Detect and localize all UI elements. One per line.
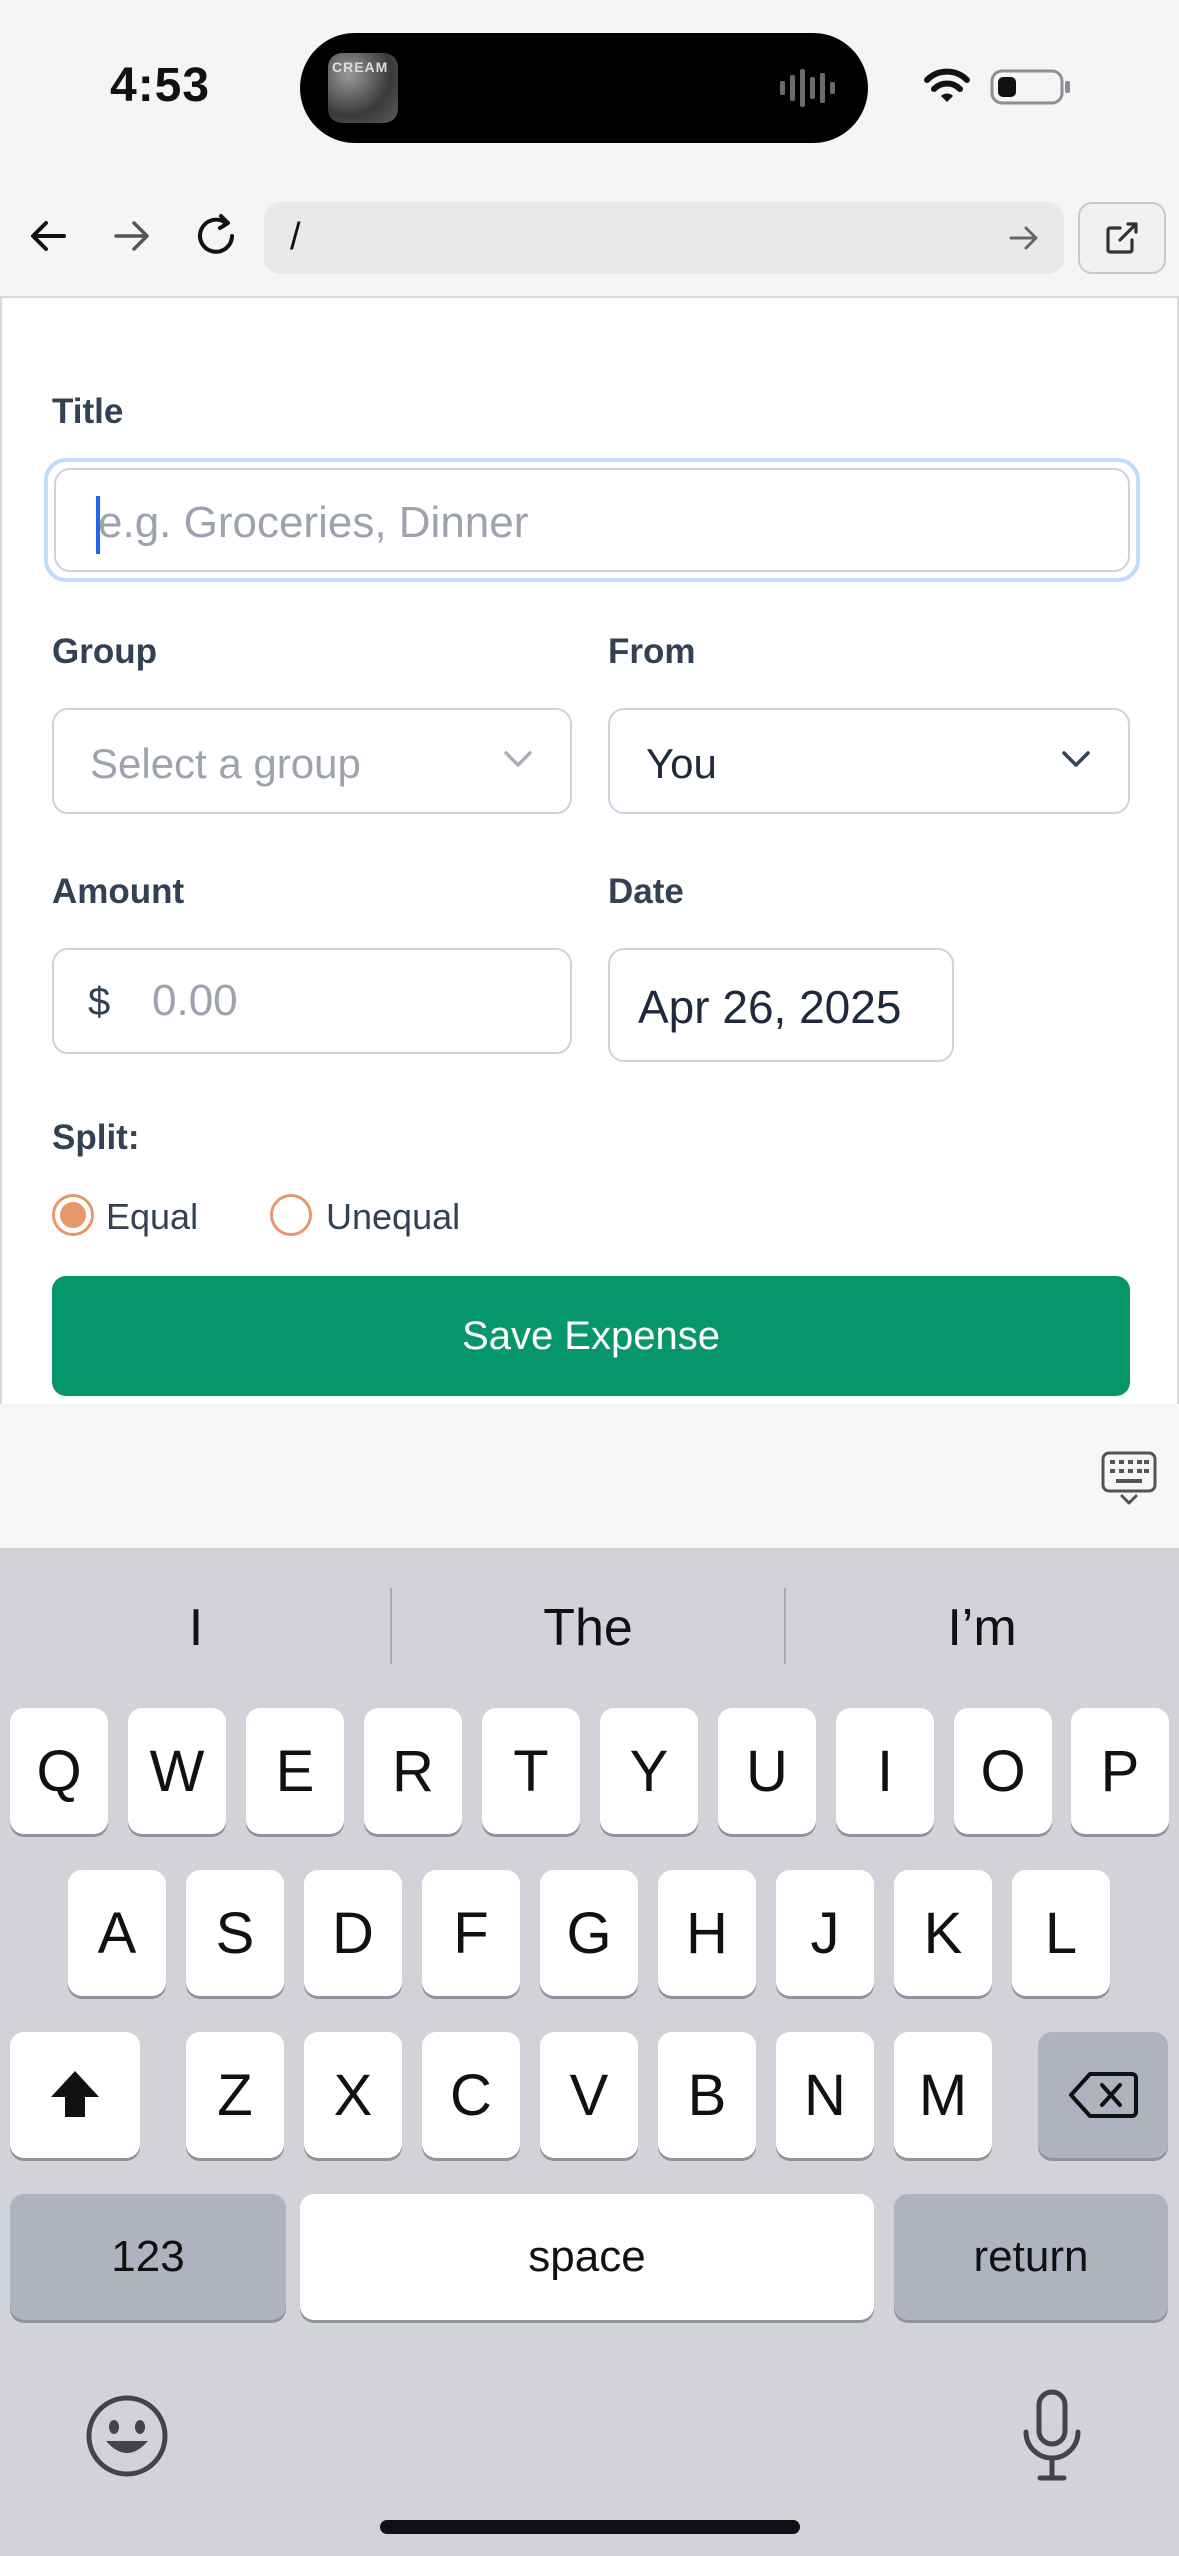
split-label: Split: <box>52 1118 140 1157</box>
from-select[interactable]: You <box>608 708 1130 814</box>
status-time: 4:53 <box>110 59 211 112</box>
key-w[interactable]: W <box>128 1708 226 1834</box>
split-unequal-radio[interactable] <box>270 1194 312 1236</box>
split-equal-label[interactable]: Equal <box>106 1196 198 1238</box>
suggestion-1[interactable]: I <box>0 1578 392 1678</box>
title-placeholder: e.g. Groceries, Dinner <box>98 498 529 547</box>
key-m[interactable]: M <box>894 2032 992 2158</box>
amount-input[interactable]: $ 0.00 <box>52 948 572 1054</box>
url-text: / <box>290 216 301 258</box>
key-j[interactable]: J <box>776 1870 874 1996</box>
status-bar: 4:53 CREAM <box>0 0 1179 180</box>
artwork-text: CREAM <box>332 59 389 75</box>
split-equal-radio[interactable] <box>52 1194 94 1236</box>
audio-wave-icon <box>780 69 835 107</box>
amount-placeholder: 0.00 <box>152 976 238 1025</box>
open-external-button[interactable] <box>1078 202 1166 274</box>
key-s[interactable]: S <box>186 1870 284 1996</box>
url-field[interactable]: / <box>264 202 1064 274</box>
key-o[interactable]: O <box>954 1708 1052 1834</box>
date-value: Apr 26, 2025 <box>638 981 902 1033</box>
reload-button[interactable] <box>188 208 244 264</box>
key-n[interactable]: N <box>776 2032 874 2158</box>
forward-button[interactable] <box>104 208 160 264</box>
currency-symbol: $ <box>88 980 111 1024</box>
shift-key[interactable] <box>10 2032 140 2158</box>
amount-label: Amount <box>52 872 185 911</box>
group-select-placeholder: Select a group <box>90 740 361 787</box>
title-input[interactable]: e.g. Groceries, Dinner <box>54 468 1130 572</box>
group-select[interactable]: Select a group <box>52 708 572 814</box>
microphone-icon[interactable] <box>1020 2388 1084 2484</box>
arrow-right-icon <box>114 221 149 251</box>
home-indicator[interactable] <box>380 2520 800 2534</box>
space-key[interactable]: space <box>300 2194 874 2320</box>
phone-screen: 4:53 CREAM / Title e.g. Groceries, Dinne… <box>0 0 1179 2556</box>
key-u[interactable]: U <box>718 1708 816 1834</box>
key-e[interactable]: E <box>246 1708 344 1834</box>
shift-icon <box>51 2071 99 2117</box>
browser-toolbar: / <box>0 180 1179 296</box>
backspace-icon <box>1069 2072 1138 2118</box>
return-key[interactable]: return <box>894 2194 1168 2320</box>
ios-keyboard: I The I’m Q W E R T Y U I O P A S D F G … <box>0 1548 1179 2556</box>
key-l[interactable]: L <box>1012 1870 1110 1996</box>
split-unequal-label[interactable]: Unequal <box>326 1196 460 1238</box>
from-label: From <box>608 632 696 671</box>
chevron-down-icon <box>1062 751 1090 767</box>
battery-icon <box>990 69 1070 105</box>
keyboard-accessory-bar <box>0 1404 1179 1548</box>
key-q[interactable]: Q <box>10 1708 108 1834</box>
now-playing-artwork: CREAM <box>328 53 398 123</box>
go-arrow-icon[interactable] <box>1006 220 1042 256</box>
key-a[interactable]: A <box>68 1870 166 1996</box>
key-g[interactable]: G <box>540 1870 638 1996</box>
suggestion-2[interactable]: The <box>392 1578 784 1678</box>
wifi-icon <box>924 68 970 102</box>
reload-icon <box>198 214 234 254</box>
key-h[interactable]: H <box>658 1870 756 1996</box>
suggestion-3[interactable]: I’m <box>786 1578 1178 1678</box>
arrow-left-icon <box>31 221 66 251</box>
key-d[interactable]: D <box>304 1870 402 1996</box>
key-c[interactable]: C <box>422 2032 520 2158</box>
key-z[interactable]: Z <box>186 2032 284 2158</box>
expense-form: Title e.g. Groceries, Dinner Group From … <box>0 296 1179 1404</box>
key-y[interactable]: Y <box>600 1708 698 1834</box>
date-label: Date <box>608 872 684 911</box>
backspace-key[interactable] <box>1038 2032 1168 2158</box>
title-input-focus-ring: e.g. Groceries, Dinner <box>44 458 1140 582</box>
key-r[interactable]: R <box>364 1708 462 1834</box>
chevron-down-icon <box>504 751 532 767</box>
dynamic-island[interactable]: CREAM <box>300 33 868 143</box>
from-select-value: You <box>646 740 717 787</box>
numbers-key[interactable]: 123 <box>10 2194 286 2320</box>
back-button[interactable] <box>20 208 76 264</box>
external-link-icon <box>1106 222 1138 254</box>
key-p[interactable]: P <box>1071 1708 1169 1834</box>
key-x[interactable]: X <box>304 2032 402 2158</box>
key-t[interactable]: T <box>482 1708 580 1834</box>
key-f[interactable]: F <box>422 1870 520 1996</box>
keyboard-dismiss-icon[interactable] <box>1100 1450 1158 1506</box>
emoji-icon[interactable] <box>84 2393 170 2479</box>
key-i[interactable]: I <box>836 1708 934 1834</box>
title-label: Title <box>52 392 124 431</box>
date-input[interactable]: Apr 26, 2025 <box>608 948 954 1062</box>
group-label: Group <box>52 632 157 671</box>
key-b[interactable]: B <box>658 2032 756 2158</box>
key-k[interactable]: K <box>894 1870 992 1996</box>
save-expense-button[interactable]: Save Expense <box>52 1276 1130 1396</box>
key-v[interactable]: V <box>540 2032 638 2158</box>
